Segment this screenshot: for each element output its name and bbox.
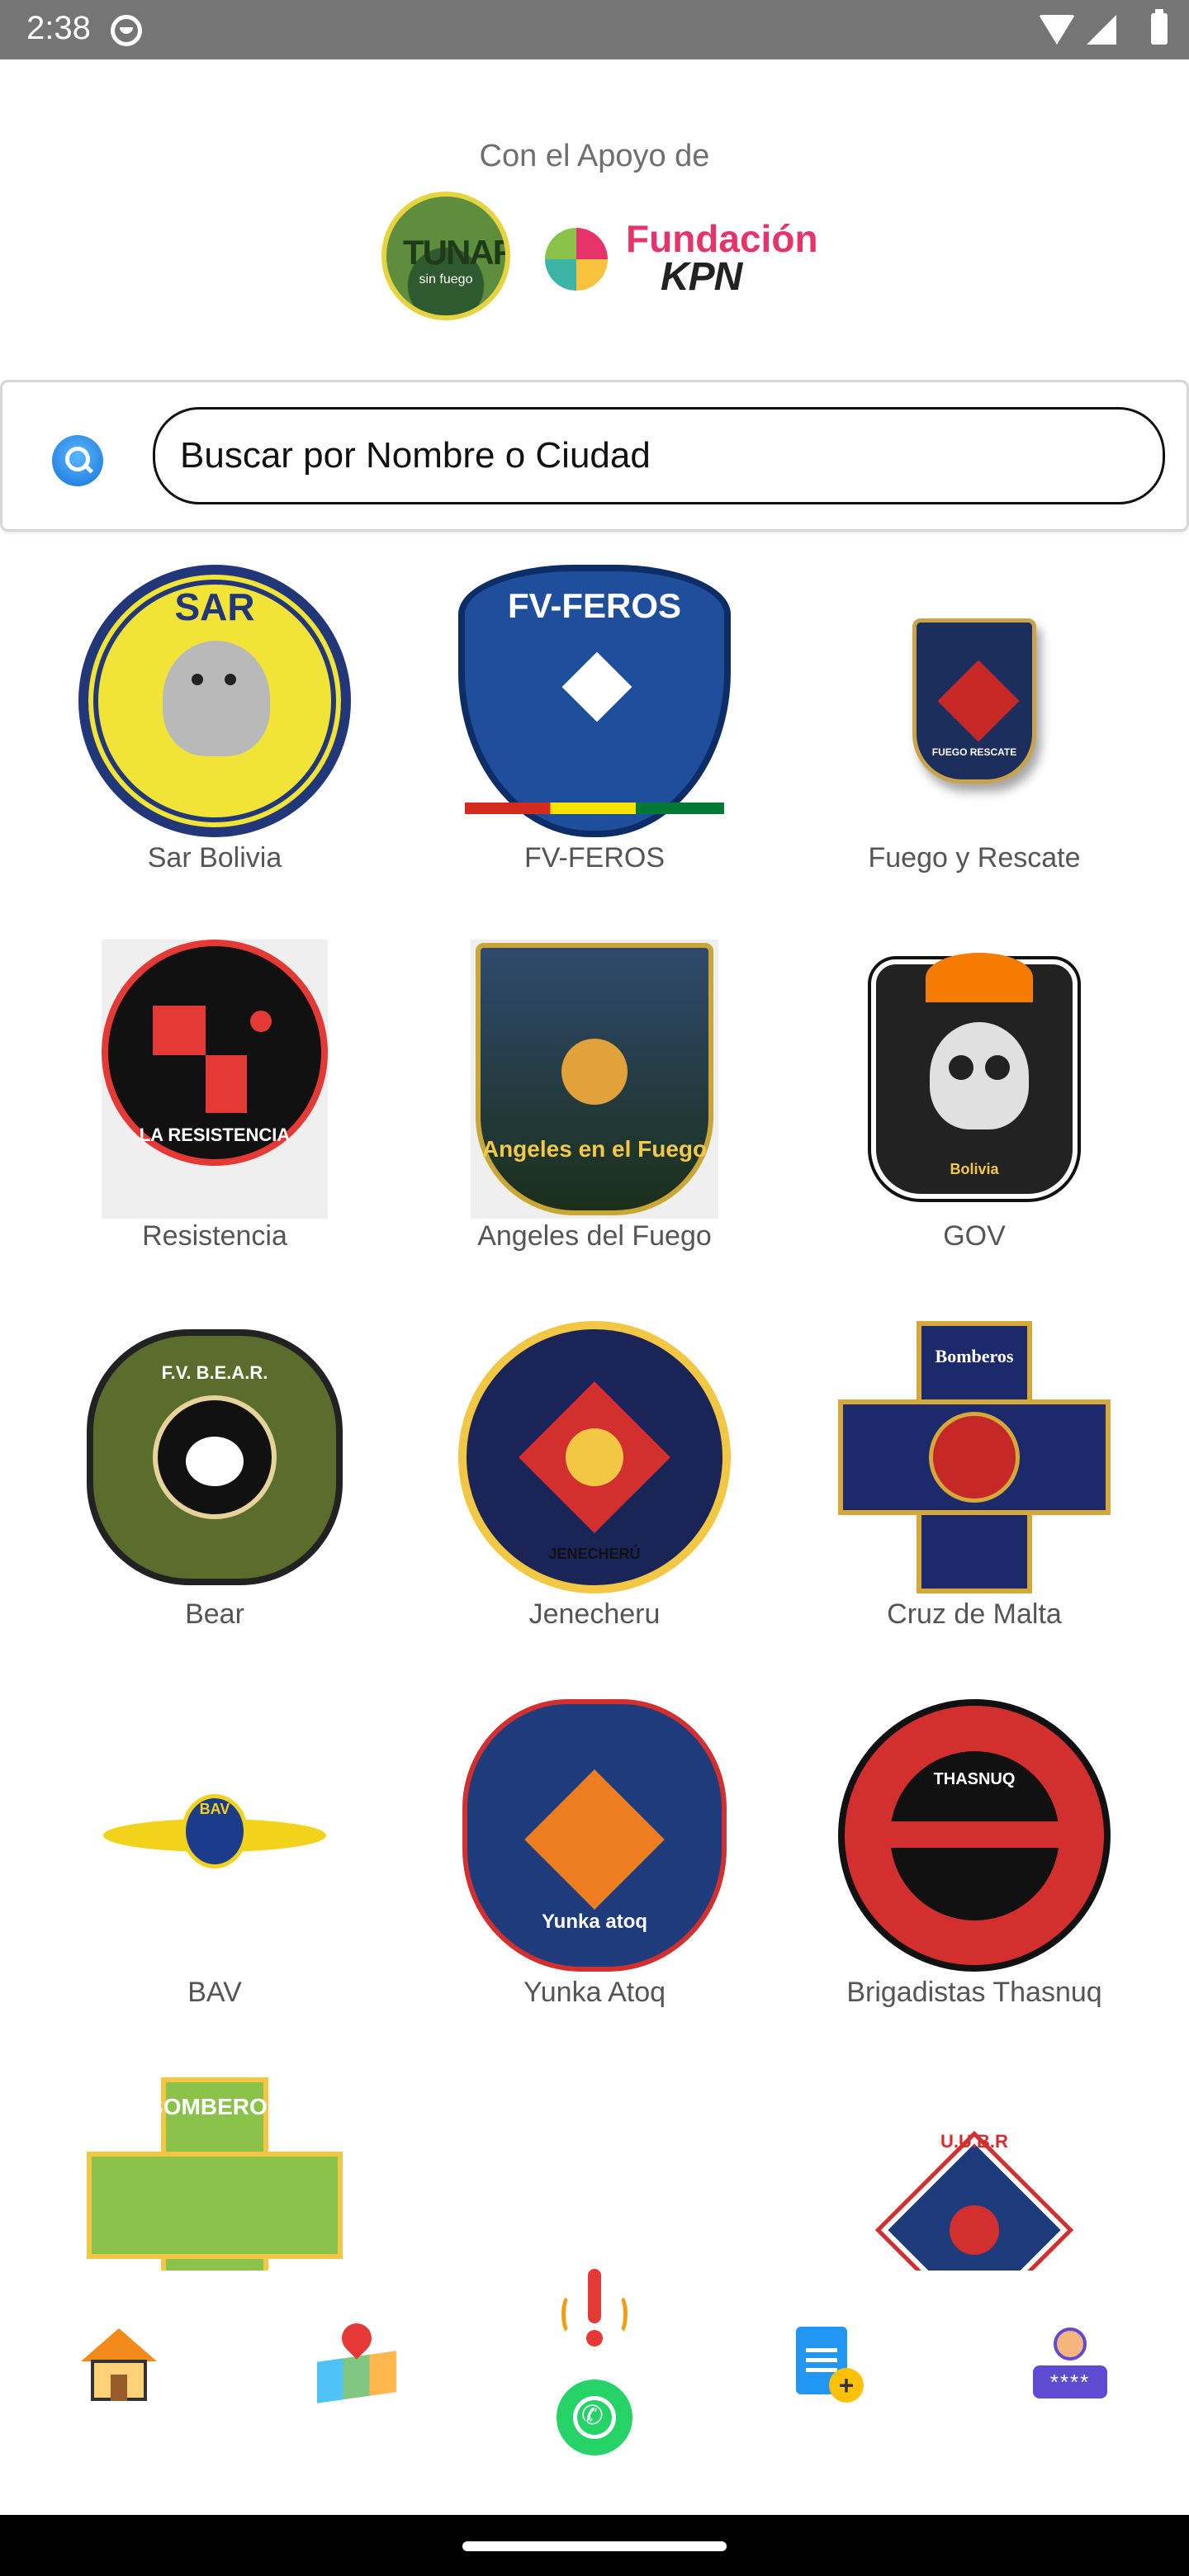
group-name: BAV bbox=[187, 1977, 242, 2008]
uubr-badge-text: U.U.B.R bbox=[940, 2131, 1008, 2152]
add-document-icon: + bbox=[796, 2327, 865, 2403]
fundacion-kpn-logo: Fundación KPN bbox=[545, 216, 818, 299]
group-card-fv-feros[interactable]: FV-FEROS FV-FEROS bbox=[396, 548, 793, 925]
gov-logo: Bolivia bbox=[838, 940, 1111, 1219]
map-pin-icon bbox=[317, 2317, 396, 2403]
home-icon bbox=[81, 2328, 157, 2401]
yunka-atoq-badge-text: Yunka atoq bbox=[541, 1911, 648, 1933]
search-card bbox=[0, 380, 1189, 532]
fv-feros-badge-text: FV-FEROS bbox=[507, 586, 682, 625]
signal-icon bbox=[1087, 15, 1116, 45]
angeles-badge-text: Angeles en el Fuego bbox=[481, 1136, 708, 1162]
group-name: Fuego y Rescate bbox=[868, 842, 1081, 874]
sponsor-caption: Con el Apoyo de bbox=[479, 139, 710, 173]
bomberos-logo: BOMBEROS bbox=[78, 2074, 351, 2271]
group-name: Angeles del Fuego bbox=[477, 1220, 712, 1252]
group-name: Bear bbox=[185, 1598, 244, 1630]
tunari-logo: TUNARI sin fuego bbox=[381, 192, 510, 320]
thasnuq-badge-text: THASNUQ bbox=[933, 1770, 1016, 1788]
jenecheru-badge-text: JENECHERÚ bbox=[548, 1546, 641, 1562]
status-time: 2:38 bbox=[26, 10, 91, 46]
bav-logo: BAV bbox=[78, 1696, 351, 1975]
uubr-logo: U.U.B.R bbox=[838, 2074, 1111, 2271]
group-name: Resistencia bbox=[142, 1220, 287, 1252]
cruz-de-malta-badge-text: Bomberos bbox=[935, 1346, 1014, 1366]
home-gesture-handle[interactable] bbox=[462, 2541, 727, 2551]
jenecheru-logo: JENECHERÚ bbox=[458, 1318, 731, 1597]
user-profile-icon: **** bbox=[1033, 2327, 1107, 2402]
nav-register-button[interactable]: + bbox=[781, 2315, 880, 2414]
group-card-uubr[interactable]: U.U.B.R bbox=[776, 2061, 1172, 2271]
resistencia-logo: LA RESISTENCIA bbox=[78, 940, 351, 1219]
group-card-resistencia[interactable]: LA RESISTENCIA Resistencia bbox=[17, 926, 413, 1303]
group-name: GOV bbox=[943, 1220, 1006, 1252]
group-card-jenecheru[interactable]: JENECHERÚ Jenecheru bbox=[396, 1305, 793, 1681]
tunari-logo-subtext: sin fuego bbox=[419, 272, 473, 286]
search-input[interactable] bbox=[153, 407, 1165, 504]
group-card-bear[interactable]: F.V. B.E.A.R. Bear bbox=[17, 1305, 413, 1681]
group-name: FV-FEROS bbox=[523, 842, 666, 874]
nav-home-button[interactable] bbox=[69, 2315, 168, 2414]
alert-icon bbox=[555, 2269, 634, 2351]
wifi-icon bbox=[1039, 15, 1075, 45]
battery-icon bbox=[1151, 9, 1168, 45]
bomberos-badge-text: BOMBEROS bbox=[146, 2094, 283, 2119]
nav-profile-button[interactable]: **** bbox=[1021, 2315, 1120, 2414]
groups-grid: SAR Sar Bolivia FV-FEROS FV-FEROS FUEGO … bbox=[0, 548, 1189, 2271]
group-card-cruz-de-malta[interactable]: Bomberos Cruz de Malta bbox=[776, 1305, 1172, 1681]
angeles-del-fuego-logo: Angeles en el Fuego bbox=[458, 940, 731, 1219]
system-navigation-bar bbox=[0, 2515, 1189, 2576]
resistencia-badge-text: LA RESISTENCIA bbox=[139, 1125, 291, 1145]
tunari-logo-text: TUNARI bbox=[403, 233, 505, 272]
fuego-rescate-badge-text: FUEGO RESCATE bbox=[931, 746, 1017, 758]
pinwheel-icon bbox=[545, 225, 616, 296]
group-card-brigadistas-thasnuq[interactable]: THASNUQ Brigadistas Thasnuq bbox=[776, 1683, 1172, 2059]
bear-logo: F.V. B.E.A.R. bbox=[78, 1318, 351, 1597]
nav-map-button[interactable] bbox=[307, 2315, 406, 2414]
whatsapp-icon bbox=[557, 2379, 632, 2455]
group-name: Brigadistas Thasnuq bbox=[846, 1977, 1102, 2008]
group-card-sar-bolivia[interactable]: SAR Sar Bolivia bbox=[17, 548, 413, 925]
group-card-bomberos[interactable]: BOMBEROS bbox=[17, 2061, 413, 2271]
sar-bolivia-logo: SAR bbox=[78, 561, 351, 841]
group-name: Yunka Atoq bbox=[523, 1977, 666, 2008]
group-card-gov[interactable]: Bolivia GOV bbox=[776, 926, 1172, 1303]
search-icon[interactable] bbox=[52, 435, 103, 486]
brigadistas-thasnuq-logo: THASNUQ bbox=[838, 1696, 1111, 1975]
bear-badge-text: F.V. B.E.A.R. bbox=[161, 1362, 268, 1383]
cruz-de-malta-logo: Bomberos bbox=[838, 1318, 1111, 1597]
group-name: Cruz de Malta bbox=[887, 1598, 1062, 1630]
nav-whatsapp-button[interactable] bbox=[545, 2368, 644, 2467]
group-card-yunka-atoq[interactable]: Yunka atoq Yunka Atoq bbox=[396, 1683, 793, 2059]
group-card-fuego-y-rescate[interactable]: FUEGO RESCATE Fuego y Rescate bbox=[776, 548, 1172, 925]
notification-app-icon bbox=[111, 15, 142, 46]
nav-alert-button[interactable] bbox=[545, 2261, 644, 2360]
gov-badge-text: Bolivia bbox=[950, 1161, 999, 1177]
bav-badge-text: BAV bbox=[199, 1801, 230, 1817]
fv-feros-logo: FV-FEROS bbox=[458, 561, 731, 841]
group-card-bav[interactable]: BAV BAV bbox=[17, 1683, 413, 2059]
bottom-navigation: + **** bbox=[0, 2269, 1189, 2515]
group-name: Jenecheru bbox=[528, 1598, 661, 1630]
sar-badge-text: SAR bbox=[174, 585, 255, 628]
yunka-atoq-logo: Yunka atoq bbox=[458, 1696, 731, 1975]
status-bar: 2:38 bbox=[0, 0, 1189, 59]
group-name: Sar Bolivia bbox=[147, 842, 282, 874]
fuego-y-rescate-logo: FUEGO RESCATE bbox=[838, 561, 1111, 841]
group-card-angeles-del-fuego[interactable]: Angeles en el Fuego Angeles del Fuego bbox=[396, 926, 793, 1303]
kpn-logo-line2: KPN bbox=[661, 255, 742, 299]
